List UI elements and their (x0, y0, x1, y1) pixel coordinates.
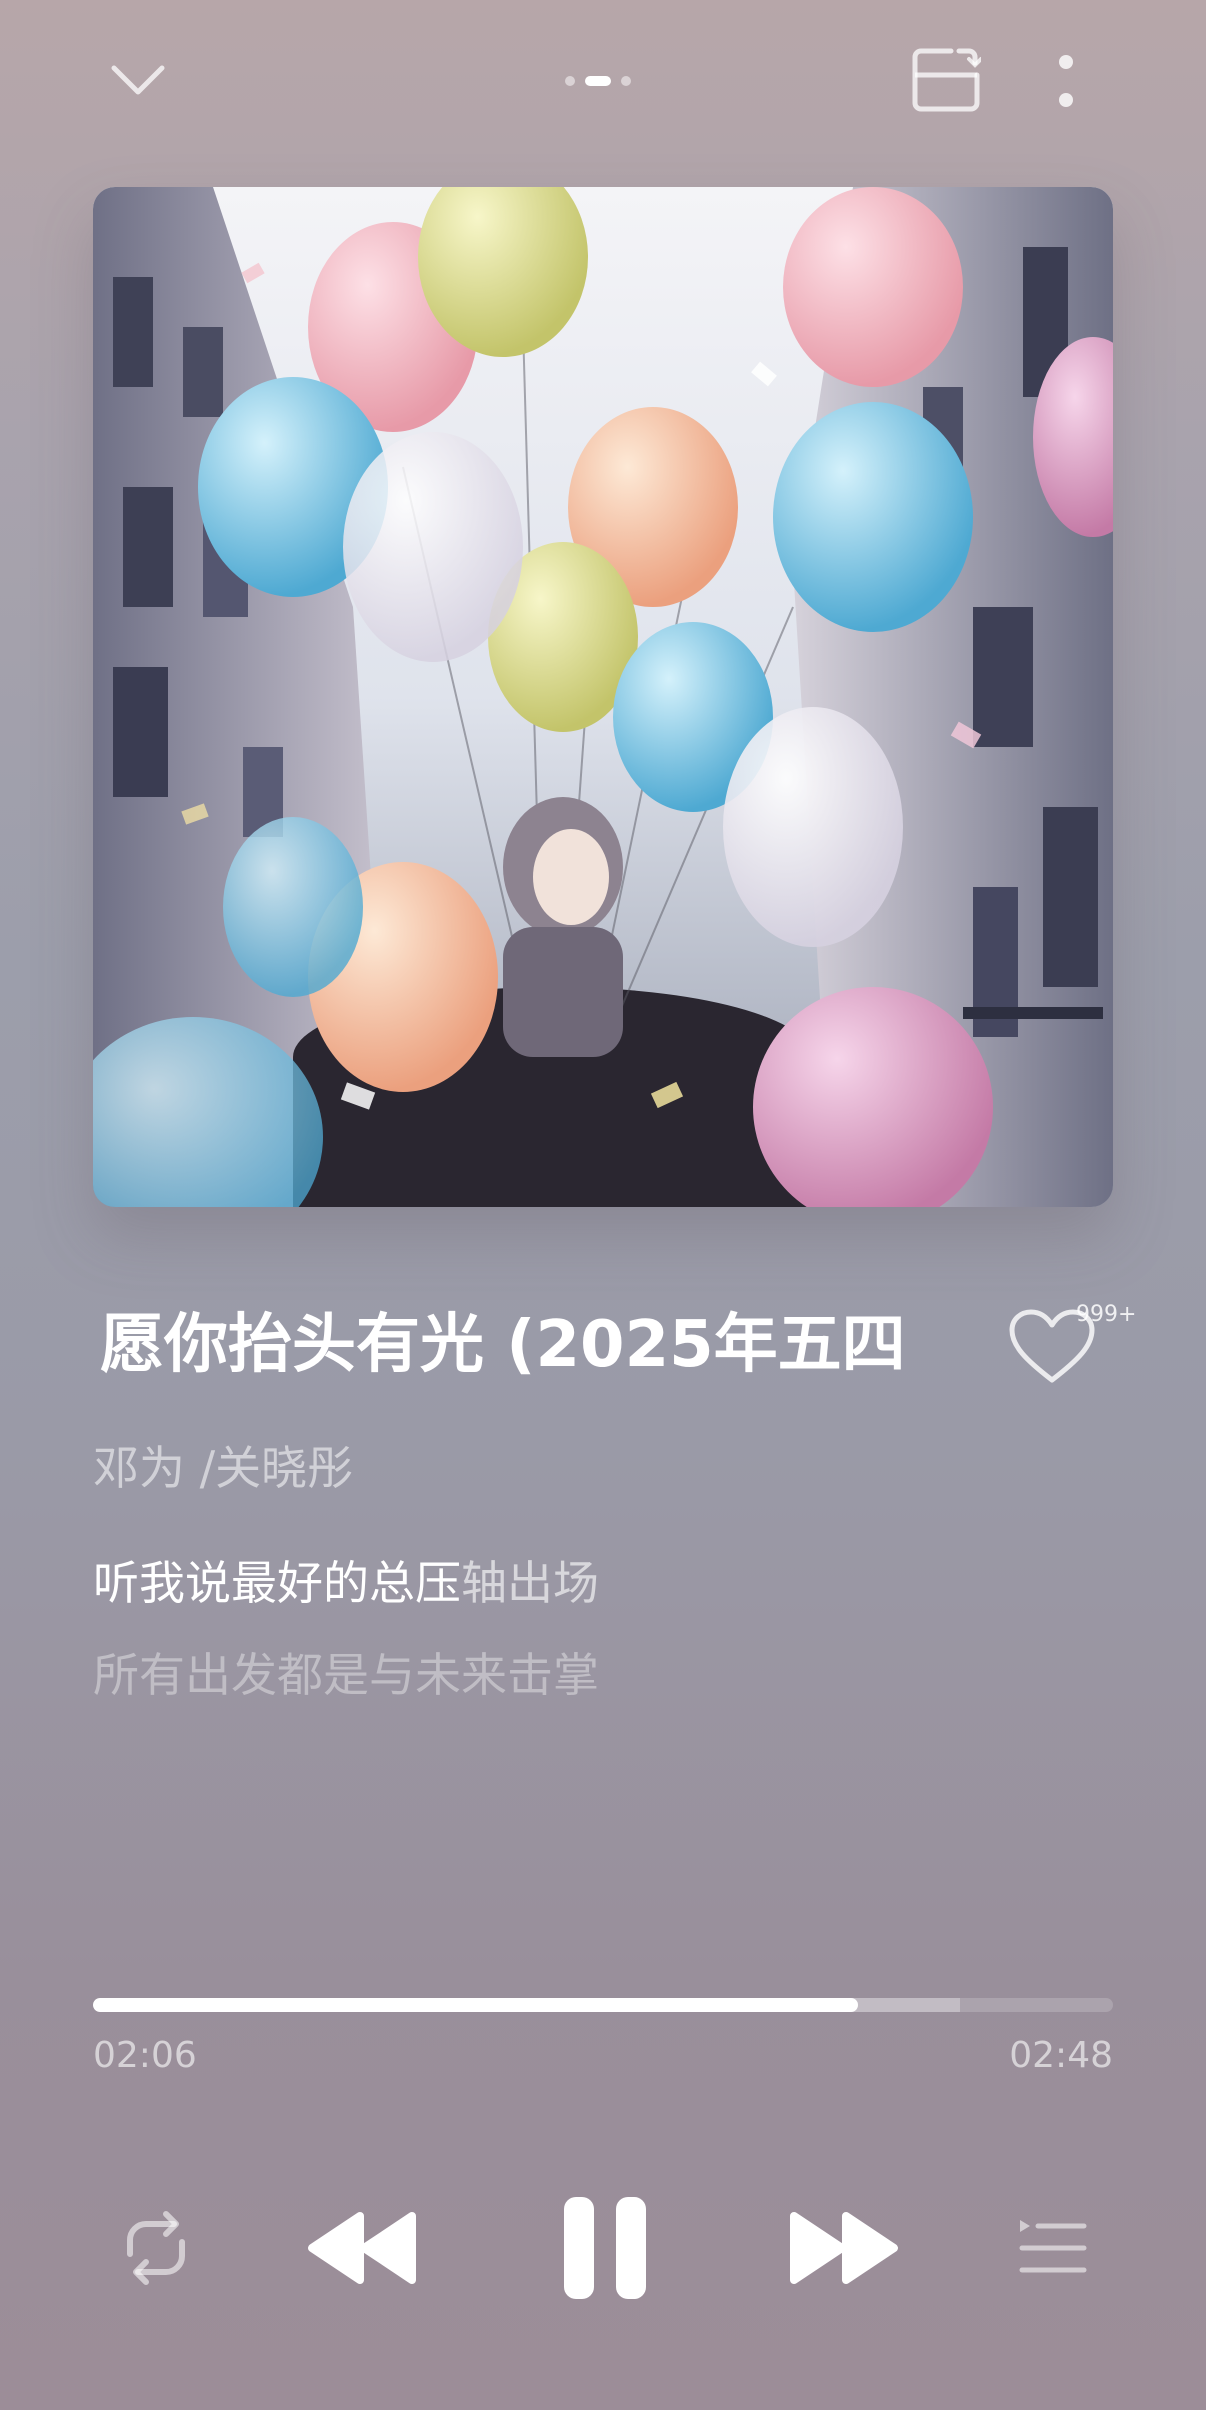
album-cover (93, 187, 1113, 1207)
time-total: 02:48 (1009, 2035, 1113, 2076)
device-switch-button[interactable] (908, 42, 984, 118)
next-icon (790, 2212, 898, 2284)
progress-played (93, 1998, 858, 2012)
more-button[interactable] (1046, 50, 1086, 114)
page-dot-active (585, 76, 611, 86)
chevron-down-icon (111, 65, 165, 95)
time-elapsed: 02:06 (93, 2035, 197, 2076)
repeat-icon (127, 2211, 185, 2285)
page-indicator (565, 76, 631, 86)
next-button[interactable] (782, 2200, 906, 2296)
page-dot (565, 76, 575, 86)
more-vertical-icon (1059, 55, 1073, 107)
repeat-button[interactable] (108, 2200, 204, 2296)
pause-icon (564, 2197, 646, 2299)
device-switch-icon (912, 48, 981, 112)
lyric-unsung-part: 轴出场 (461, 1556, 599, 1610)
playlist-icon (1019, 2220, 1087, 2273)
collapse-button[interactable] (100, 50, 176, 110)
playlist-button[interactable] (1004, 2200, 1100, 2296)
previous-button[interactable] (300, 2200, 424, 2296)
pause-button[interactable] (550, 2186, 660, 2310)
progress-bar[interactable] (93, 1998, 1113, 2012)
like-count: 999+ (1076, 1302, 1137, 1327)
lyric-next-line[interactable]: 所有出发都是与未来击掌 (93, 1645, 599, 1705)
page-dot (621, 76, 631, 86)
previous-icon (308, 2212, 416, 2284)
song-title: 愿你抬头有光 (2025年五四 (100, 1308, 906, 1382)
lyric-sung-part: 听我说最好的总压 (93, 1556, 461, 1610)
lyric-current-line[interactable]: 听我说最好的总压轴出场 (93, 1553, 599, 1613)
artist-name[interactable]: 邓为 /关晓彤 (93, 1438, 353, 1498)
